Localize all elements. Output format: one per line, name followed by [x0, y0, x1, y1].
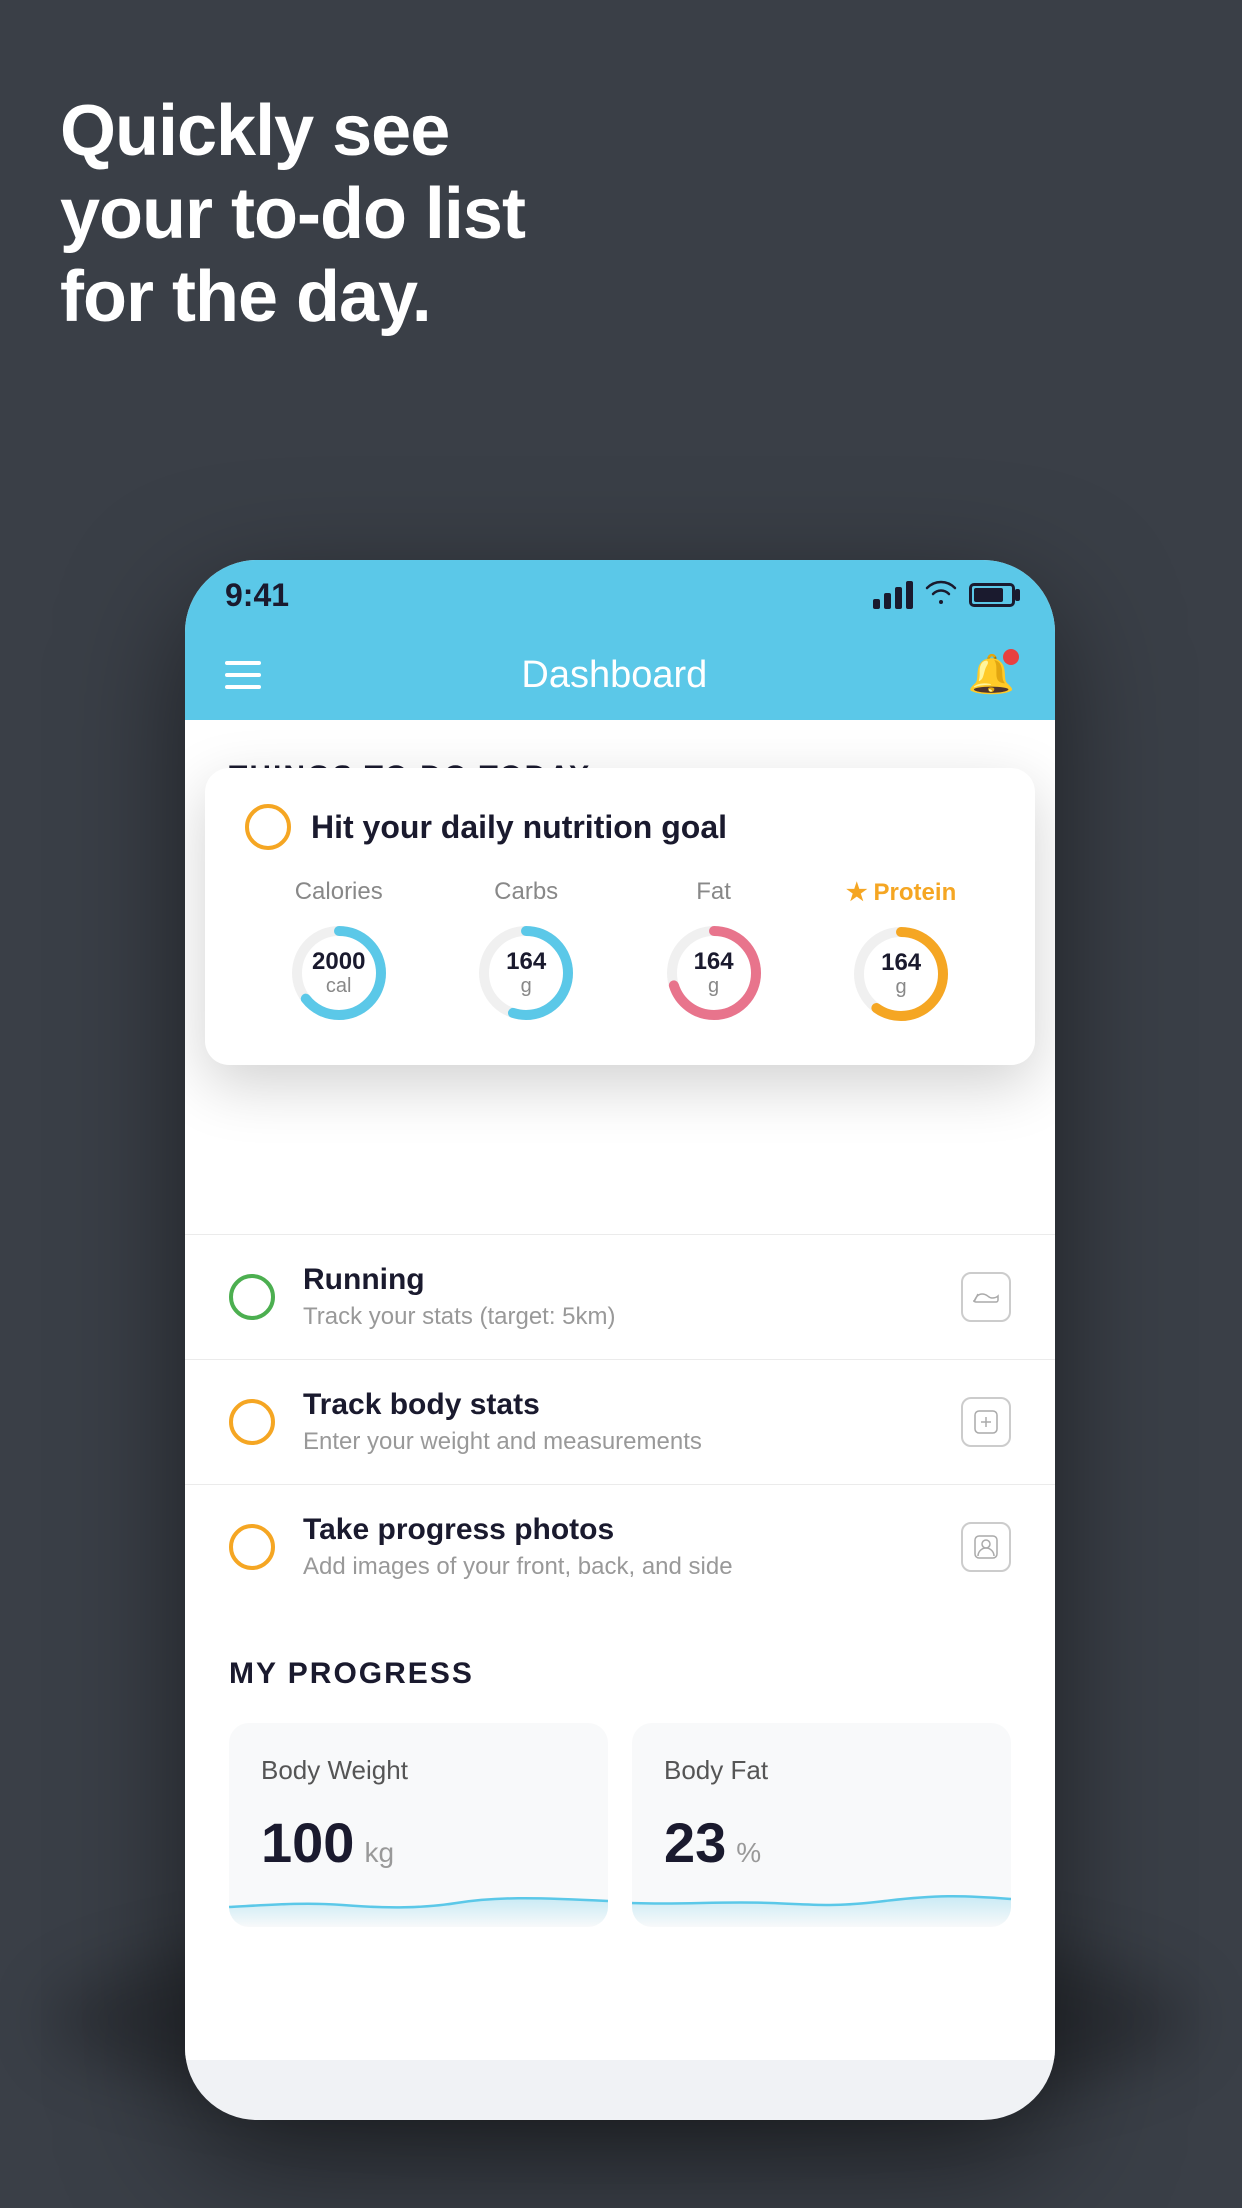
fat-unit: g [694, 975, 734, 997]
status-bar: 9:41 [185, 560, 1055, 630]
nutrition-item-fat: Fat 164 g [659, 878, 769, 1028]
protein-label: ★ Protein [846, 878, 956, 907]
photos-subtitle: Add images of your front, back, and side [303, 1553, 933, 1581]
hamburger-menu-button[interactable] [225, 661, 261, 689]
header-title: Dashboard [521, 654, 707, 697]
scale-icon [961, 1397, 1011, 1447]
protein-value: 164 [881, 950, 921, 976]
hero-text: Quickly see your to-do list for the day. [60, 90, 525, 338]
carbs-donut: 164 g [471, 918, 581, 1028]
body-fat-card: Body Fat 23 % [632, 1723, 1011, 1927]
nutrition-checkbox[interactable] [245, 804, 291, 850]
running-text: Running Track your stats (target: 5km) [303, 1263, 933, 1331]
progress-heading: MY PROGRESS [229, 1657, 1011, 1691]
body-weight-unit: kg [364, 1837, 394, 1869]
calories-donut: 2000 cal [284, 918, 394, 1028]
body-fat-value: 23 [664, 1810, 726, 1875]
progress-cards-row: Body Weight 100 kg [229, 1723, 1011, 1927]
protein-donut: 164 g [846, 919, 956, 1029]
calories-unit: cal [312, 975, 365, 997]
nutrition-card: Hit your daily nutrition goal Calories 2… [205, 768, 1035, 1065]
body-fat-chart [632, 1867, 1011, 1927]
nutrition-card-title: Hit your daily nutrition goal [311, 809, 727, 846]
todo-list: Running Track your stats (target: 5km) T… [185, 1234, 1055, 1609]
body-fat-value-row: 23 % [664, 1810, 979, 1875]
carbs-label: Carbs [494, 878, 558, 906]
body-stats-text: Track body stats Enter your weight and m… [303, 1388, 933, 1456]
body-weight-card: Body Weight 100 kg [229, 1723, 608, 1927]
shoe-icon [961, 1272, 1011, 1322]
battery-icon [969, 583, 1015, 607]
protein-unit: g [881, 976, 921, 998]
fat-value: 164 [694, 949, 734, 975]
photos-checkbox[interactable] [229, 1524, 275, 1570]
body-weight-title: Body Weight [261, 1755, 576, 1786]
signal-icon [873, 581, 913, 609]
running-checkbox[interactable] [229, 1274, 275, 1320]
calories-label: Calories [295, 878, 383, 906]
running-subtitle: Track your stats (target: 5km) [303, 1303, 933, 1331]
fat-label: Fat [696, 878, 731, 906]
body-fat-title: Body Fat [664, 1755, 979, 1786]
person-icon [961, 1522, 1011, 1572]
nutrition-circles-row: Calories 2000 cal Carbs [245, 878, 995, 1029]
wifi-icon [925, 578, 957, 613]
main-content: THINGS TO DO TODAY Hit your daily nutrit… [185, 720, 1055, 2060]
nutrition-item-calories: Calories 2000 cal [284, 878, 394, 1028]
body-weight-value: 100 [261, 1810, 354, 1875]
nutrition-item-carbs: Carbs 164 g [471, 878, 581, 1028]
fat-donut: 164 g [659, 918, 769, 1028]
body-fat-unit: % [736, 1837, 761, 1869]
carbs-unit: g [506, 975, 546, 997]
todo-item-photos[interactable]: Take progress photos Add images of your … [185, 1484, 1055, 1609]
running-title: Running [303, 1263, 933, 1297]
body-stats-checkbox[interactable] [229, 1399, 275, 1445]
photos-text: Take progress photos Add images of your … [303, 1513, 933, 1581]
body-weight-chart [229, 1867, 608, 1927]
phone-shell: 9:41 Da [185, 560, 1055, 2120]
photos-title: Take progress photos [303, 1513, 933, 1547]
carbs-value: 164 [506, 949, 546, 975]
todo-item-body-stats[interactable]: Track body stats Enter your weight and m… [185, 1359, 1055, 1484]
status-time: 9:41 [225, 577, 289, 614]
body-stats-title: Track body stats [303, 1388, 933, 1422]
calories-value: 2000 [312, 949, 365, 975]
app-header: Dashboard 🔔 [185, 630, 1055, 720]
body-stats-subtitle: Enter your weight and measurements [303, 1428, 933, 1456]
star-icon: ★ [846, 878, 868, 907]
status-icons [873, 578, 1015, 613]
nutrition-item-protein: ★ Protein 164 g [846, 878, 956, 1029]
progress-section: MY PROGRESS Body Weight 100 kg [185, 1609, 1055, 1927]
notification-bell-button[interactable]: 🔔 [968, 653, 1015, 697]
body-weight-value-row: 100 kg [261, 1810, 576, 1875]
todo-item-running[interactable]: Running Track your stats (target: 5km) [185, 1234, 1055, 1359]
